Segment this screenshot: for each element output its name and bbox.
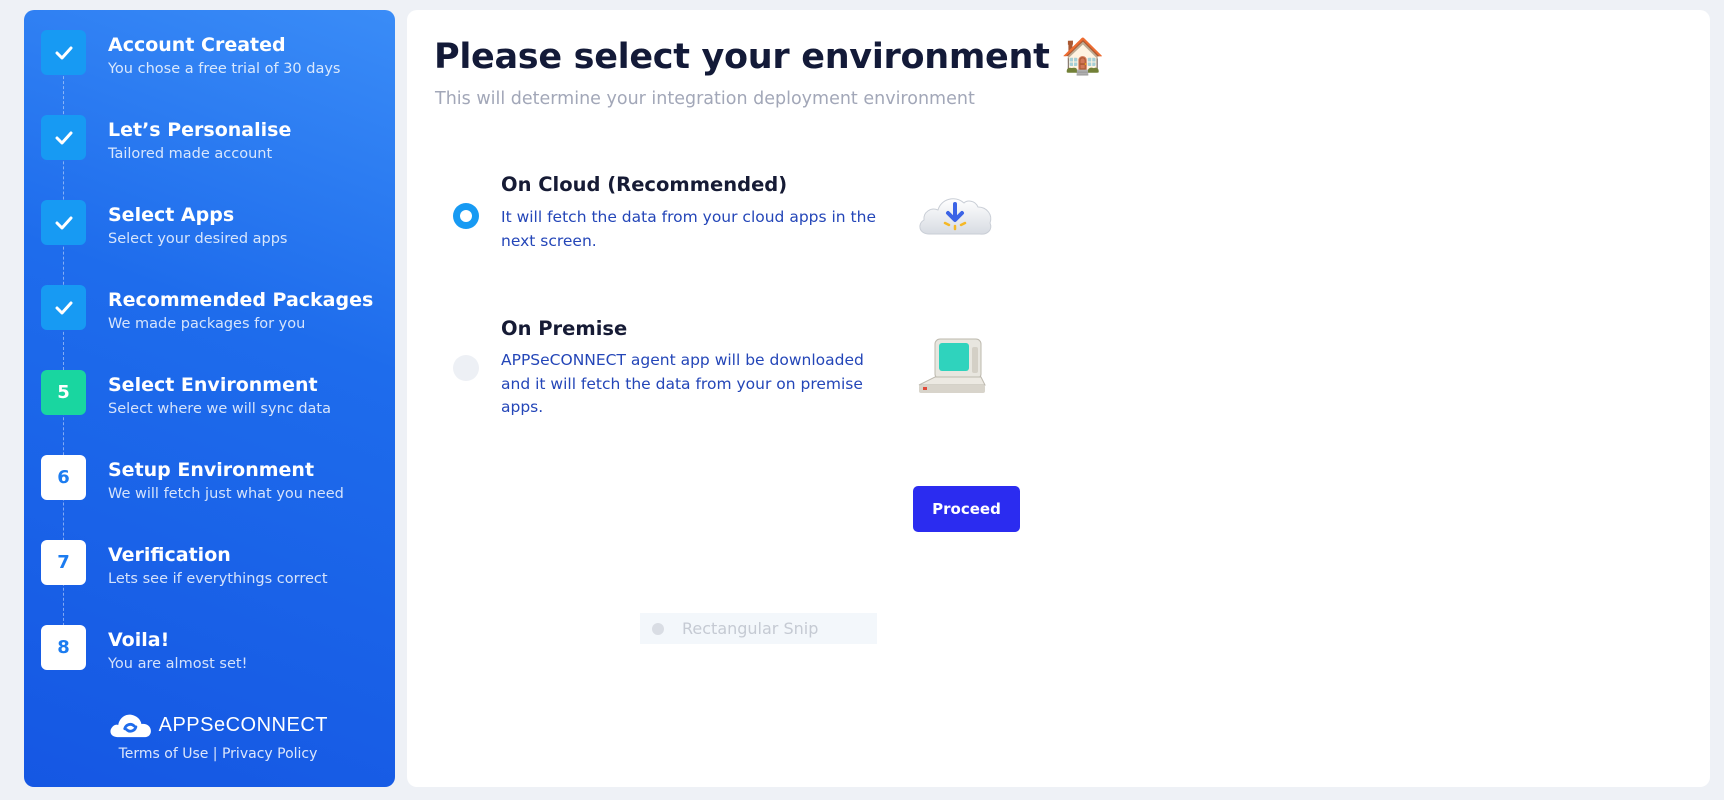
- option-on-premise[interactable]: On Premise APPSeCONNECT agent app will b…: [453, 305, 986, 435]
- option-title: On Cloud (Recommended): [501, 173, 788, 196]
- check-icon: [41, 30, 86, 75]
- step-subtitle: We will fetch just what you need: [108, 486, 344, 502]
- on-cloud-radio[interactable]: [453, 203, 479, 229]
- cloud-download-icon: [915, 190, 995, 242]
- cloud-sync-icon: [110, 714, 151, 738]
- step-voila[interactable]: 8 Voila! You are almost set!: [41, 625, 381, 710]
- step-number-badge: 7: [41, 540, 86, 585]
- step-title: Recommended Packages: [108, 289, 374, 311]
- main-panel: Please select your environment 🏠 This wi…: [407, 10, 1710, 787]
- terms-of-use-link[interactable]: Terms of Use: [119, 746, 209, 762]
- onboarding-sidebar: Account Created You chose a free trial o…: [24, 10, 395, 787]
- step-subtitle: Lets see if everythings correct: [108, 571, 328, 587]
- step-title: Setup Environment: [108, 459, 315, 481]
- check-icon: [41, 200, 86, 245]
- brand-footer: APPSeCONNECT Terms of Use | Privacy Poli…: [108, 710, 328, 762]
- proceed-button[interactable]: Proceed: [913, 486, 1020, 532]
- page-subtitle: This will determine your integration dep…: [435, 89, 975, 109]
- step-select-apps[interactable]: Select Apps Select your desired apps: [41, 200, 381, 285]
- link-separator: |: [208, 746, 222, 762]
- step-account-created[interactable]: Account Created You chose a free trial o…: [41, 30, 381, 115]
- check-icon: [41, 115, 86, 160]
- step-subtitle: You are almost set!: [108, 656, 248, 672]
- step-title: Select Environment: [108, 374, 318, 396]
- step-select-environment[interactable]: 5 Select Environment Select where we wil…: [41, 370, 381, 455]
- step-title: Voila!: [108, 629, 170, 651]
- legal-links: Terms of Use | Privacy Policy: [108, 746, 328, 762]
- option-description: It will fetch the data from your cloud a…: [501, 208, 876, 250]
- rectangular-snip-overlay[interactable]: Rectangular Snip: [640, 613, 877, 644]
- brand-logo: APPSeCONNECT: [108, 710, 328, 740]
- option-title: On Premise: [501, 317, 628, 340]
- step-title: Select Apps: [108, 204, 235, 226]
- step-number-badge: 5: [41, 370, 86, 415]
- step-number-badge: 6: [41, 455, 86, 500]
- brand-name: APPSeCONNECT: [158, 713, 328, 736]
- step-number-badge: 8: [41, 625, 86, 670]
- step-setup-environment[interactable]: 6 Setup Environment We will fetch just w…: [41, 455, 381, 540]
- step-subtitle: Select your desired apps: [108, 231, 288, 247]
- step-subtitle: Select where we will sync data: [108, 401, 331, 417]
- step-subtitle: You chose a free trial of 30 days: [108, 61, 341, 77]
- step-title: Account Created: [108, 34, 286, 56]
- snip-icon: [652, 622, 664, 635]
- page-title: Please select your environment 🏠: [434, 37, 1105, 77]
- step-personalise[interactable]: Let’s Personalise Tailored made account: [41, 115, 381, 200]
- step-subtitle: We made packages for you: [108, 316, 306, 332]
- on-premise-radio[interactable]: [453, 355, 479, 381]
- step-title: Verification: [108, 544, 231, 566]
- snip-label: Rectangular Snip: [682, 619, 819, 638]
- step-list: Account Created You chose a free trial o…: [41, 30, 381, 710]
- option-description: APPSeCONNECT agent app will be downloade…: [501, 351, 864, 416]
- desktop-computer-icon: [915, 337, 991, 403]
- step-recommended-packages[interactable]: Recommended Packages We made packages fo…: [41, 285, 381, 370]
- privacy-policy-link[interactable]: Privacy Policy: [222, 746, 317, 762]
- option-on-cloud[interactable]: On Cloud (Recommended) It will fetch the…: [453, 160, 992, 270]
- step-verification[interactable]: 7 Verification Lets see if everythings c…: [41, 540, 381, 625]
- check-icon: [41, 285, 86, 330]
- step-title: Let’s Personalise: [108, 119, 292, 141]
- step-subtitle: Tailored made account: [108, 146, 273, 162]
